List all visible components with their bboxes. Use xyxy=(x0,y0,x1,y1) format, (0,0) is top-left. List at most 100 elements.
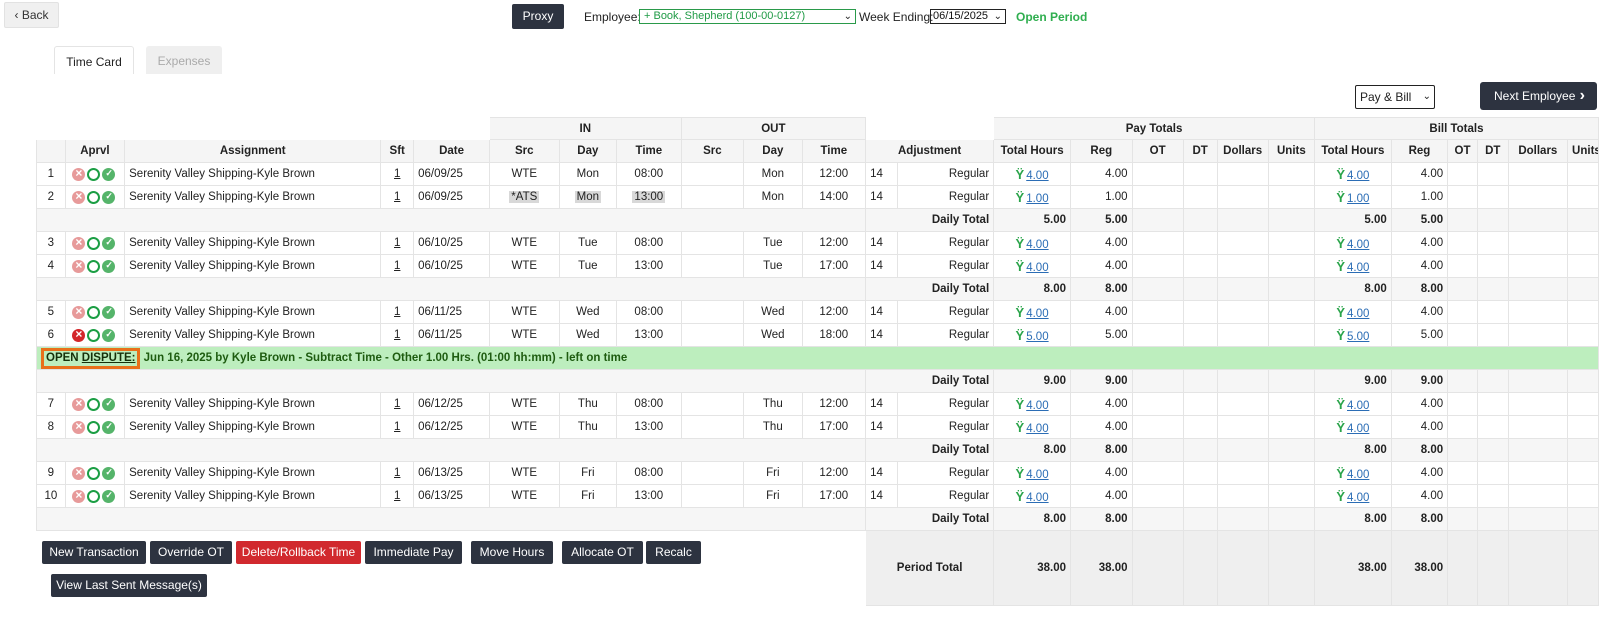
split-hours-icon[interactable]: Ÿ xyxy=(1336,397,1345,412)
shift-link[interactable]: 1 xyxy=(394,490,400,502)
table-row[interactable]: 9 Serenity Valley Shipping-Kyle Brown 1 06/… xyxy=(36,461,1599,485)
reject-icon[interactable] xyxy=(72,465,86,480)
pending-circle-icon[interactable] xyxy=(87,466,101,480)
delete-rollback-time-button[interactable]: Delete/Rollback Time xyxy=(236,541,361,564)
next-employee-button[interactable]: Next Employee › xyxy=(1480,82,1597,110)
shift-link[interactable]: 1 xyxy=(394,260,400,272)
pending-circle-icon[interactable] xyxy=(87,305,101,319)
shift-link[interactable]: 1 xyxy=(394,168,400,180)
split-hours-icon[interactable]: Ÿ xyxy=(1016,489,1025,504)
split-hours-icon[interactable]: Ÿ xyxy=(1336,328,1345,343)
recalc-button[interactable]: Recalc xyxy=(646,541,701,564)
pending-circle-icon[interactable] xyxy=(87,328,101,342)
split-hours-icon[interactable]: Ÿ xyxy=(1016,167,1025,182)
reject-icon[interactable] xyxy=(72,304,86,319)
reject-icon[interactable] xyxy=(72,396,86,411)
immediate-pay-button[interactable]: Immediate Pay xyxy=(365,541,462,564)
split-hours-icon[interactable]: Ÿ xyxy=(1336,236,1345,251)
view-last-sent-messages-button[interactable]: View Last Sent Message(s) xyxy=(51,574,207,597)
proxy-button[interactable]: Proxy xyxy=(512,4,564,29)
pending-circle-icon[interactable] xyxy=(87,420,101,434)
split-hours-icon[interactable]: Ÿ xyxy=(1016,305,1025,320)
pay-total-hours-link[interactable]: 4.00 xyxy=(1026,469,1048,481)
pending-circle-icon[interactable] xyxy=(87,190,101,204)
split-hours-icon[interactable]: Ÿ xyxy=(1016,328,1025,343)
split-hours-icon[interactable]: Ÿ xyxy=(1336,305,1345,320)
table-row[interactable]: 2 Serenity Valley Shipping-Kyle Brown 1 06/… xyxy=(36,185,1599,209)
shift-link[interactable]: 1 xyxy=(394,398,400,410)
split-hours-icon[interactable]: Ÿ xyxy=(1336,489,1345,504)
table-row[interactable]: 1 Serenity Valley Shipping-Kyle Brown 1 06/… xyxy=(36,162,1599,186)
pending-circle-icon[interactable] xyxy=(87,167,101,181)
approve-check-icon[interactable] xyxy=(102,305,116,319)
pay-total-hours-link[interactable]: 5.00 xyxy=(1026,331,1048,343)
table-row[interactable]: 3 Serenity Valley Shipping-Kyle Brown 1 06/… xyxy=(36,231,1599,255)
back-button[interactable]: ‹ Back xyxy=(4,2,59,28)
reject-icon[interactable] xyxy=(72,258,86,273)
split-hours-icon[interactable]: Ÿ xyxy=(1016,236,1025,251)
move-hours-button[interactable]: Move Hours xyxy=(471,541,553,564)
table-row[interactable]: 7 Serenity Valley Shipping-Kyle Brown 1 06/… xyxy=(36,392,1599,416)
allocate-ot-button[interactable]: Allocate OT xyxy=(562,541,643,564)
dispute-link[interactable]: DISPUTE: xyxy=(82,352,136,364)
reject-icon[interactable] xyxy=(72,166,86,181)
tab-expenses[interactable]: Expenses xyxy=(146,46,222,74)
bill-total-hours-link[interactable]: 4.00 xyxy=(1347,239,1369,251)
pay-total-hours-link[interactable]: 4.00 xyxy=(1026,308,1048,320)
bill-total-hours-link[interactable]: 4.00 xyxy=(1347,262,1369,274)
bill-total-hours-link[interactable]: 4.00 xyxy=(1347,308,1369,320)
reject-icon[interactable] xyxy=(72,488,86,503)
dispute-badge[interactable]: OPEN DISPUTE: xyxy=(41,347,141,369)
pending-circle-icon[interactable] xyxy=(87,397,101,411)
table-row[interactable]: 4 Serenity Valley Shipping-Kyle Brown 1 06/… xyxy=(36,254,1599,278)
shift-link[interactable]: 1 xyxy=(394,329,400,341)
bill-total-hours-link[interactable]: 4.00 xyxy=(1347,170,1369,182)
approve-check-icon[interactable] xyxy=(102,190,116,204)
table-row[interactable]: 10 Serenity Valley Shipping-Kyle Brown 1 06… xyxy=(36,484,1599,508)
table-row[interactable]: 5 Serenity Valley Shipping-Kyle Brown 1 06/… xyxy=(36,300,1599,324)
reject-icon[interactable] xyxy=(72,327,86,342)
new-transaction-button[interactable]: New Transaction xyxy=(42,541,146,564)
split-hours-icon[interactable]: Ÿ xyxy=(1016,190,1025,205)
bill-total-hours-link[interactable]: 5.00 xyxy=(1347,331,1369,343)
split-hours-icon[interactable]: Ÿ xyxy=(1336,167,1345,182)
split-hours-icon[interactable]: Ÿ xyxy=(1016,466,1025,481)
table-row[interactable]: 6 Serenity Valley Shipping-Kyle Brown 1 06/… xyxy=(36,323,1599,347)
pay-total-hours-link[interactable]: 4.00 xyxy=(1026,492,1048,504)
table-row[interactable]: 8 Serenity Valley Shipping-Kyle Brown 1 06/… xyxy=(36,415,1599,439)
shift-link[interactable]: 1 xyxy=(394,421,400,433)
reject-icon[interactable] xyxy=(72,235,86,250)
split-hours-icon[interactable]: Ÿ xyxy=(1336,259,1345,274)
tab-time-card[interactable]: Time Card xyxy=(54,46,134,74)
approve-check-icon[interactable] xyxy=(102,466,116,480)
pay-total-hours-link[interactable]: 4.00 xyxy=(1026,400,1048,412)
pay-total-hours-link[interactable]: 4.00 xyxy=(1026,170,1048,182)
pay-total-hours-link[interactable]: 4.00 xyxy=(1026,239,1048,251)
override-ot-button[interactable]: Override OT xyxy=(150,541,232,564)
split-hours-icon[interactable]: Ÿ xyxy=(1336,466,1345,481)
bill-total-hours-link[interactable]: 1.00 xyxy=(1347,193,1369,205)
approve-check-icon[interactable] xyxy=(102,167,116,181)
pay-total-hours-link[interactable]: 4.00 xyxy=(1026,262,1048,274)
approve-check-icon[interactable] xyxy=(102,397,116,411)
bill-total-hours-link[interactable]: 4.00 xyxy=(1347,492,1369,504)
pay-total-hours-link[interactable]: 4.00 xyxy=(1026,423,1048,435)
pay-total-hours-link[interactable]: 1.00 xyxy=(1026,193,1048,205)
reject-icon[interactable] xyxy=(72,419,86,434)
approve-check-icon[interactable] xyxy=(102,489,116,503)
view-mode-select[interactable]: Pay & Bill ⌄ xyxy=(1355,85,1435,109)
approve-check-icon[interactable] xyxy=(102,420,116,434)
shift-link[interactable]: 1 xyxy=(394,237,400,249)
week-ending-select[interactable]: 06/15/2025 ⌄ xyxy=(930,9,1006,24)
reject-icon[interactable] xyxy=(72,189,86,204)
employee-select[interactable]: + Book, Shepherd (100-00-0127) ⌄ xyxy=(639,9,856,24)
bill-total-hours-link[interactable]: 4.00 xyxy=(1347,400,1369,412)
split-hours-icon[interactable]: Ÿ xyxy=(1016,397,1025,412)
bill-total-hours-link[interactable]: 4.00 xyxy=(1347,423,1369,435)
split-hours-icon[interactable]: Ÿ xyxy=(1336,190,1345,205)
split-hours-icon[interactable]: Ÿ xyxy=(1016,420,1025,435)
split-hours-icon[interactable]: Ÿ xyxy=(1336,420,1345,435)
pending-circle-icon[interactable] xyxy=(87,236,101,250)
pending-circle-icon[interactable] xyxy=(87,259,101,273)
bill-total-hours-link[interactable]: 4.00 xyxy=(1347,469,1369,481)
